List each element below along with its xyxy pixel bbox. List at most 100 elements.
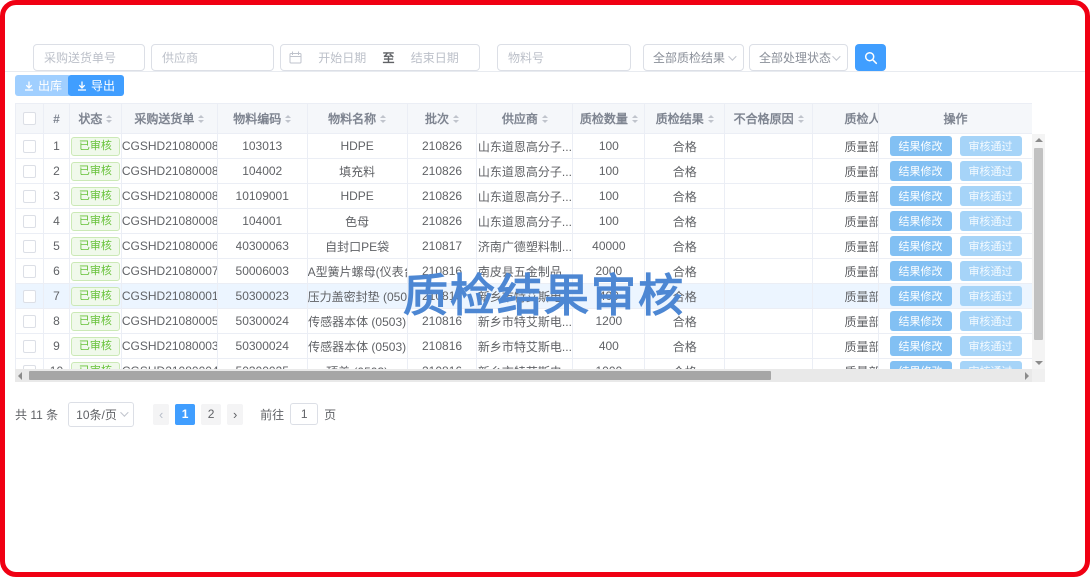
approve-button[interactable]: 审核通过 [960, 211, 1022, 231]
row-checkbox[interactable] [23, 340, 36, 353]
approve-button[interactable]: 审核通过 [960, 361, 1022, 369]
cell-supplier: 山东道恩高分子... [477, 184, 573, 208]
table-row[interactable]: 4已审核CGSHD21080008104001色母210826山东道恩高分子..… [15, 209, 913, 234]
row-checkbox[interactable] [23, 215, 36, 228]
scroll-up-arrow-icon[interactable] [1035, 138, 1043, 142]
row-checkbox[interactable] [23, 240, 36, 253]
approve-button[interactable]: 审核通过 [960, 136, 1022, 156]
cell-text-material_code: 50006003 [236, 264, 289, 278]
date-range-picker[interactable]: 开始日期 至 结束日期 [280, 44, 480, 71]
sort-caret-icon[interactable] [632, 115, 638, 123]
sort-caret-icon[interactable] [285, 115, 291, 123]
scroll-right-arrow-icon[interactable] [1025, 372, 1029, 380]
table-row[interactable]: 8已审核CGSHD2108000550300024传感器本体 (0503)210… [15, 309, 913, 334]
cell-text-order_no: CGSHD21080008 [122, 139, 217, 153]
page-size-select[interactable]: 10条/页 [68, 402, 134, 427]
row-checkbox[interactable] [23, 265, 36, 278]
cell-reason [725, 184, 813, 208]
table-row[interactable]: 5已审核CGSHD2108000640300063自封口PE袋210817济南广… [15, 234, 913, 259]
start-date-placeholder[interactable]: 开始日期 [306, 49, 379, 66]
cell-material_name: 压力盖密封垫 (0503) [308, 284, 408, 308]
purchase-delivery-no-input[interactable] [33, 44, 145, 71]
goto-page-input[interactable] [290, 403, 318, 425]
cell-qty: 100 [573, 184, 645, 208]
table-row[interactable]: 9已审核CGSHD2108000350300024传感器本体 (0503)210… [15, 334, 913, 359]
modify-result-button[interactable]: 结果修改 [890, 261, 952, 281]
sort-caret-icon[interactable] [198, 115, 204, 123]
column-header-reason[interactable]: 不合格原因 [725, 104, 813, 133]
modify-result-button[interactable]: 结果修改 [890, 311, 952, 331]
table-row[interactable]: 3已审核CGSHD2108000810109001HDPE210826山东道恩高… [15, 184, 913, 209]
approve-button[interactable]: 审核通过 [960, 161, 1022, 181]
prev-page-button[interactable]: ‹ [153, 404, 169, 425]
page-button-2[interactable]: 2 [201, 404, 221, 425]
row-checkbox[interactable] [23, 190, 36, 203]
modify-result-button[interactable]: 结果修改 [890, 161, 952, 181]
supplier-input[interactable] [151, 44, 274, 71]
search-button[interactable] [855, 44, 886, 71]
column-header-status[interactable]: 状态 [70, 104, 122, 133]
next-page-button[interactable]: › [227, 404, 243, 425]
table-row[interactable]: 1已审核CGSHD21080008103013HDPE210826山东道恩高分子… [15, 134, 913, 159]
sort-caret-icon[interactable] [798, 115, 804, 123]
sort-caret-icon[interactable] [106, 115, 112, 123]
column-header-order_no[interactable]: 采购送货单 [122, 104, 218, 133]
table-row[interactable]: 6已审核CGSHD2108000750006003A型簧片螺母(仪表台)2108… [15, 259, 913, 284]
vertical-scrollbar-thumb[interactable] [1034, 148, 1043, 340]
approve-button[interactable]: 审核通过 [960, 311, 1022, 331]
cell-select [16, 259, 44, 283]
sort-caret-icon[interactable] [380, 115, 386, 123]
approve-button[interactable]: 审核通过 [960, 336, 1022, 356]
row-checkbox[interactable] [23, 315, 36, 328]
horizontal-scrollbar[interactable] [15, 369, 1032, 382]
modify-result-button[interactable]: 结果修改 [890, 336, 952, 356]
row-checkbox[interactable] [23, 165, 36, 178]
approve-button[interactable]: 审核通过 [960, 236, 1022, 256]
page-button-1[interactable]: 1 [175, 404, 195, 425]
cell-result: 合格 [645, 184, 725, 208]
sort-caret-icon[interactable] [542, 115, 548, 123]
cell-text-supplier: 新乡市特艾斯电... [478, 313, 572, 330]
modify-result-button[interactable]: 结果修改 [890, 236, 952, 256]
cell-text-order_no: CGSHD21080005 [122, 314, 217, 328]
approve-button[interactable]: 审核通过 [960, 261, 1022, 281]
horizontal-scrollbar-thumb[interactable] [29, 371, 771, 380]
approve-button[interactable]: 审核通过 [960, 286, 1022, 306]
export-button[interactable]: 导出 [68, 75, 124, 96]
material-no-input[interactable] [497, 44, 631, 71]
column-header-material_code[interactable]: 物料编码 [218, 104, 308, 133]
table-row[interactable]: 7已审核CGSHD2108000150300023压力盖密封垫 (0503)21… [15, 284, 913, 309]
qc-result-select[interactable]: 全部质检结果 [643, 44, 744, 71]
modify-result-button[interactable]: 结果修改 [890, 136, 952, 156]
approve-button[interactable]: 审核通过 [960, 186, 1022, 206]
cell-qty: 100 [573, 134, 645, 158]
modify-result-button[interactable]: 结果修改 [890, 286, 952, 306]
cell-reason [725, 234, 813, 258]
column-header-result[interactable]: 质检结果 [645, 104, 725, 133]
scroll-down-arrow-icon[interactable] [1035, 361, 1043, 365]
process-status-select[interactable]: 全部处理状态 [749, 44, 848, 71]
cell-select [16, 234, 44, 258]
modify-result-button[interactable]: 结果修改 [890, 361, 952, 369]
sort-caret-icon[interactable] [453, 115, 459, 123]
sort-caret-icon[interactable] [708, 115, 714, 123]
end-date-placeholder[interactable]: 结束日期 [399, 49, 472, 66]
row-checkbox[interactable] [23, 290, 36, 303]
column-header-supplier[interactable]: 供应商 [477, 104, 573, 133]
cell-text-material_name: HDPE [340, 189, 373, 203]
row-checkbox[interactable] [23, 140, 36, 153]
modify-result-button[interactable]: 结果修改 [890, 211, 952, 231]
table-body: 1已审核CGSHD21080008103013HDPE210826山东道恩高分子… [15, 134, 913, 369]
column-header-qty[interactable]: 质检数量 [573, 104, 645, 133]
column-header-material_name[interactable]: 物料名称 [308, 104, 408, 133]
table-row[interactable]: 2已审核CGSHD21080008104002填充料210826山东道恩高分子.… [15, 159, 913, 184]
select-all-checkbox[interactable] [23, 112, 36, 125]
cell-order_no: CGSHD21080006 [122, 234, 218, 258]
outbound-button[interactable]: 出库 [15, 75, 71, 96]
column-header-batch[interactable]: 批次 [408, 104, 478, 133]
qc-review-page: 开始日期 至 结束日期 全部质检结果 全部处理状态 出库 导出 #状态采购送货单… [0, 0, 1090, 577]
vertical-scrollbar[interactable] [1032, 134, 1045, 369]
table-row[interactable]: 10已审核CGSHD2108000450300025顶盖 (0503)21081… [15, 359, 913, 369]
scroll-left-arrow-icon[interactable] [18, 372, 22, 380]
modify-result-button[interactable]: 结果修改 [890, 186, 952, 206]
